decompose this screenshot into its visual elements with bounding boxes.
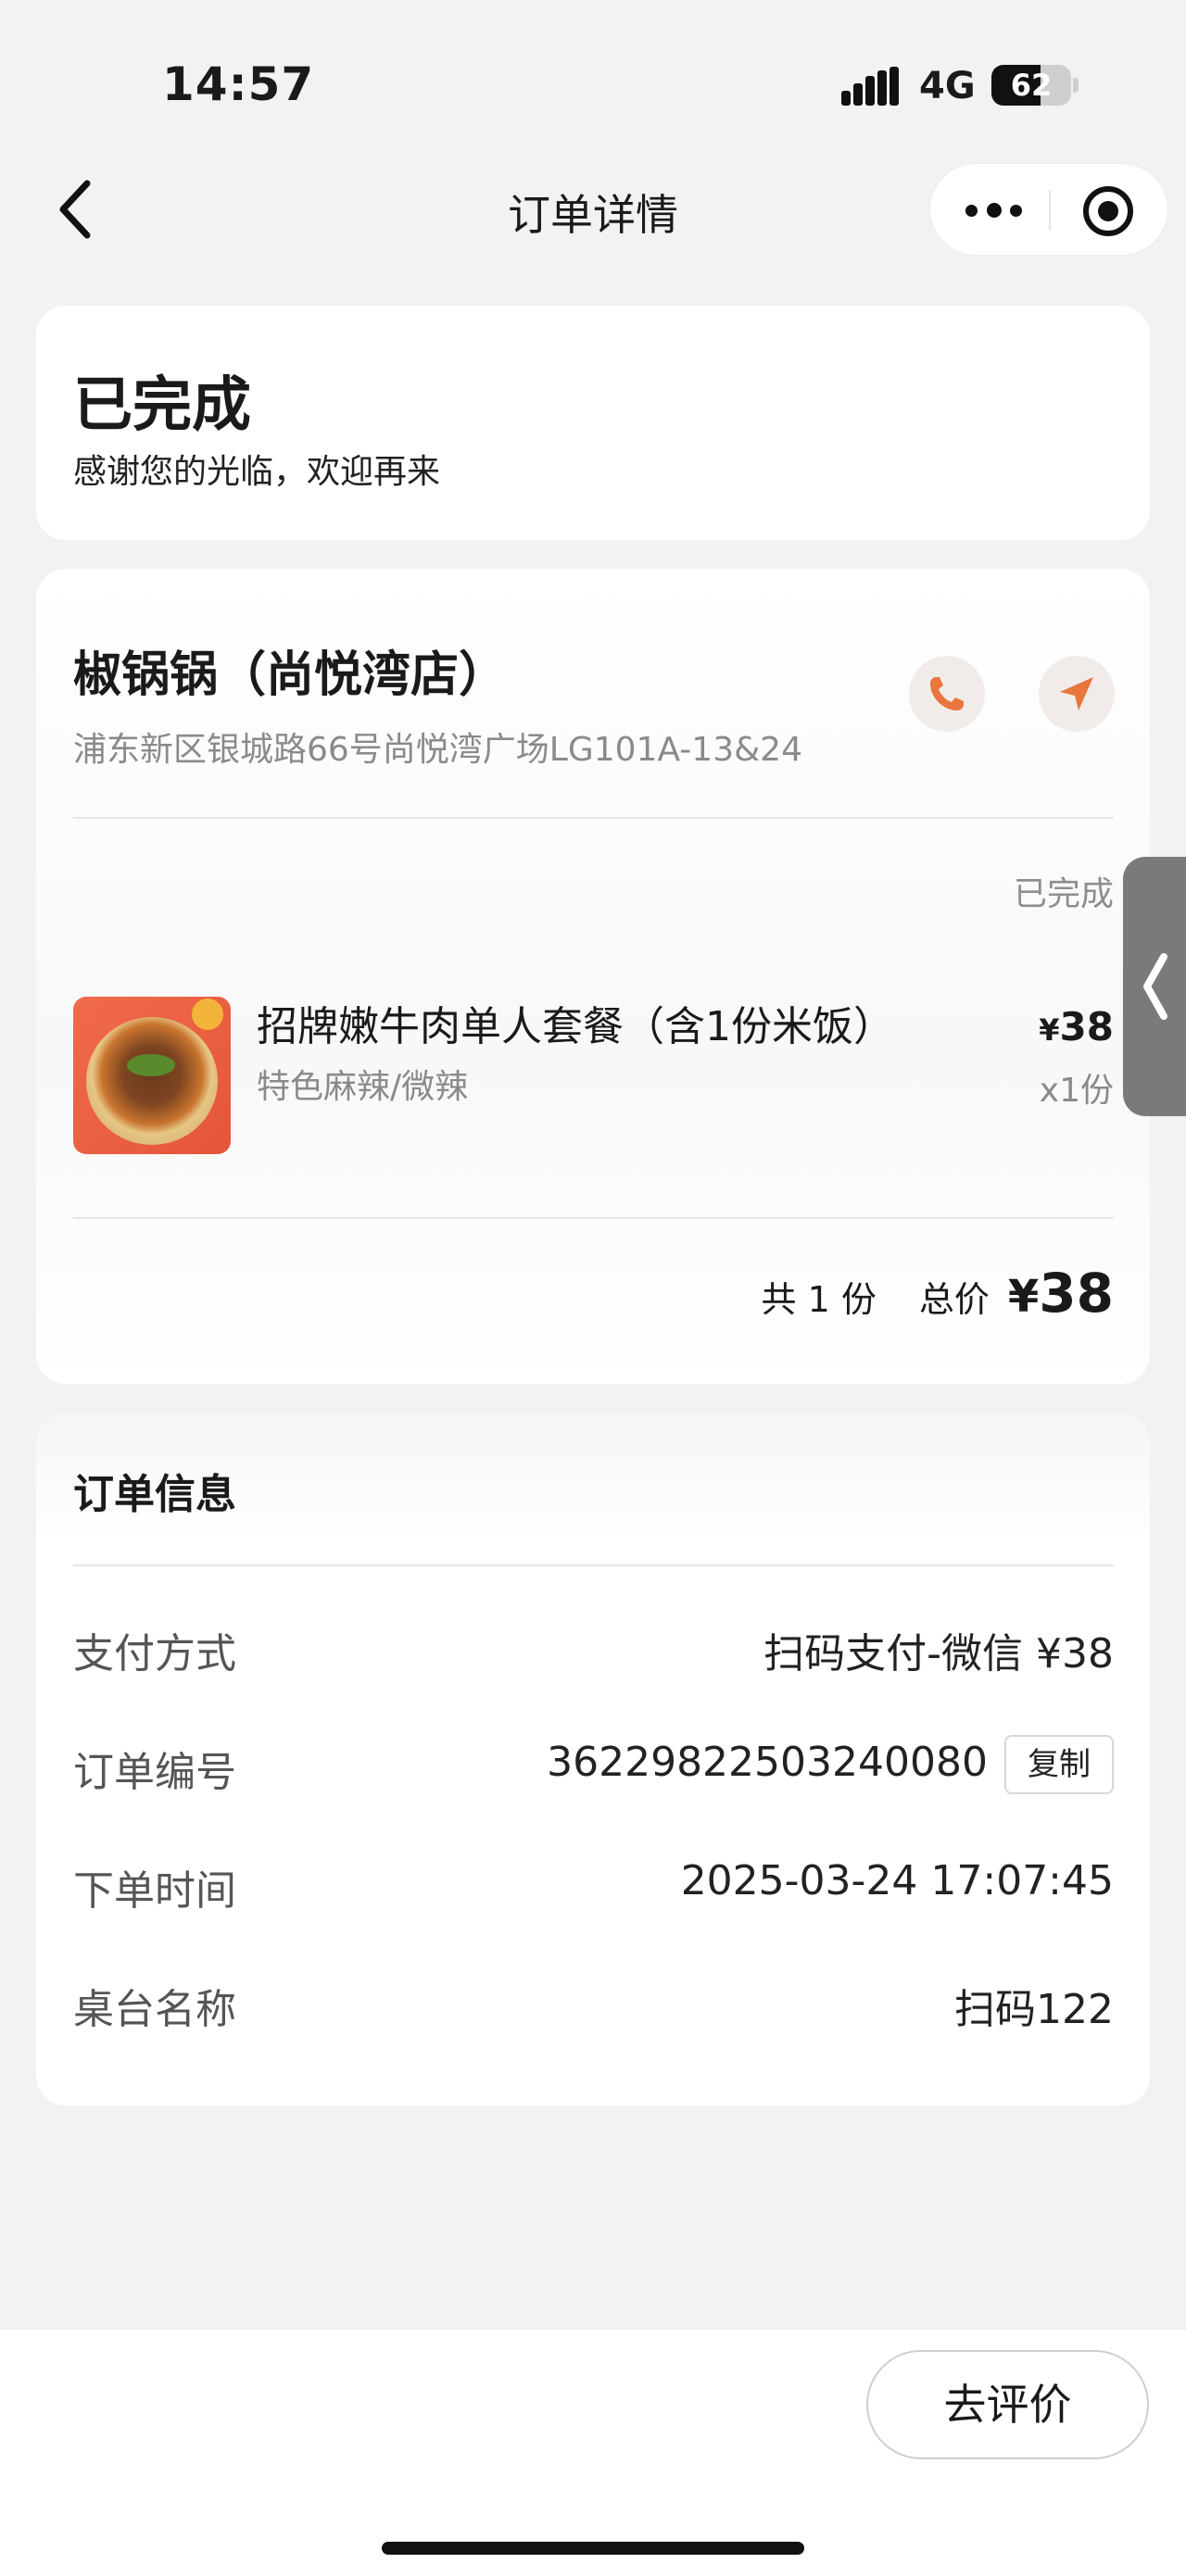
home-indicator xyxy=(382,2542,804,2555)
divider xyxy=(73,1564,1114,1566)
info-value: 扫码122 xyxy=(954,1986,1114,2033)
battery-icon: 62 xyxy=(991,65,1071,106)
info-row-order-number: 订单编号 36229822503240080 复制 xyxy=(73,1735,1114,1796)
info-row-table: 桌台名称 扫码122 xyxy=(73,1976,1114,2033)
currency-symbol: ¥ xyxy=(1039,1012,1060,1048)
mini-program-capsule xyxy=(929,163,1168,256)
dish-spec: 特色麻辣/微辣 xyxy=(257,1068,469,1106)
phone-icon xyxy=(930,677,964,710)
network-type: 4G xyxy=(919,65,976,107)
order-status-subtitle: 感谢您的光临，欢迎再来 xyxy=(73,453,441,491)
info-label: 订单编号 xyxy=(73,1749,236,1796)
total-price-value: 38 xyxy=(1039,1262,1114,1325)
info-row-payment: 支付方式 扫码支付-微信 ¥38 xyxy=(73,1620,1114,1678)
total-label: 总价 xyxy=(918,1279,990,1320)
order-status-title: 已完成 xyxy=(73,371,251,440)
dish-image xyxy=(73,997,231,1154)
order-info-title: 订单信息 xyxy=(73,1471,236,1518)
info-label: 桌台名称 xyxy=(73,1986,236,2033)
battery-level: 62 xyxy=(1010,68,1053,103)
dish-name: 招牌嫩牛肉单人套餐（含1份米饭） xyxy=(257,1003,894,1050)
call-store-button[interactable] xyxy=(909,656,985,732)
store-order-card: 椒锅锅（尚悦湾店） 浦东新区银城路66号尚悦湾广场LG101A-13&24 已完… xyxy=(36,569,1150,1384)
copy-button[interactable]: 复制 xyxy=(1004,1735,1114,1794)
currency-symbol: ¥ xyxy=(1007,1271,1040,1323)
signal-icon xyxy=(841,67,899,106)
order-detail-page: 14:57 4G 62 订单详情 已完成 感谢您的光临，欢迎再来 椒锅锅（尚悦湾… xyxy=(0,0,1186,2576)
order-number: 36229822503240080 xyxy=(547,1739,988,1786)
info-value: 2025-03-24 17:07:45 xyxy=(680,1857,1114,1904)
status-bar: 14:57 4G 62 xyxy=(0,0,1186,139)
info-row-order-time: 下单时间 2025-03-24 17:07:45 xyxy=(73,1857,1114,1915)
bottom-action-bar: 去评价 xyxy=(0,2330,1186,2576)
dish-quantity: x1份 xyxy=(1039,1072,1114,1110)
divider xyxy=(73,817,1114,819)
status-time: 14:57 xyxy=(162,57,315,111)
divider xyxy=(73,1217,1114,1219)
info-value: 扫码支付-微信 ¥38 xyxy=(763,1630,1114,1678)
side-drawer-handle[interactable] xyxy=(1123,857,1186,1116)
more-dots-icon[interactable] xyxy=(964,190,1023,231)
battery-tip xyxy=(1073,78,1079,93)
info-label: 支付方式 xyxy=(73,1630,236,1678)
chevron-left-icon xyxy=(1143,953,1167,1020)
navigate-store-button[interactable] xyxy=(1039,656,1115,732)
total-price: ¥38 xyxy=(1008,1262,1114,1325)
target-close-icon[interactable] xyxy=(1083,186,1133,236)
order-info-card: 订单信息 支付方式 扫码支付-微信 ¥38 订单编号 3622982250324… xyxy=(36,1413,1150,2105)
order-status-card: 已完成 感谢您的光临，欢迎再来 xyxy=(36,306,1150,540)
navigation-arrow-icon xyxy=(1060,677,1093,710)
dish-price: ¥38 xyxy=(1039,1004,1114,1049)
review-button[interactable]: 去评价 xyxy=(866,2350,1149,2459)
dish-price-value: 38 xyxy=(1059,1004,1114,1049)
store-address: 浦东新区银城路66号尚悦湾广场LG101A-13&24 xyxy=(73,731,802,769)
capsule-divider xyxy=(1049,190,1051,231)
order-summary: 共 1 份 总价 ¥38 xyxy=(762,1262,1114,1325)
store-name[interactable]: 椒锅锅（尚悦湾店） xyxy=(73,635,507,705)
item-count: 共 1 份 xyxy=(761,1279,877,1320)
info-label: 下单时间 xyxy=(73,1867,236,1915)
item-order-state: 已完成 xyxy=(1013,875,1114,913)
